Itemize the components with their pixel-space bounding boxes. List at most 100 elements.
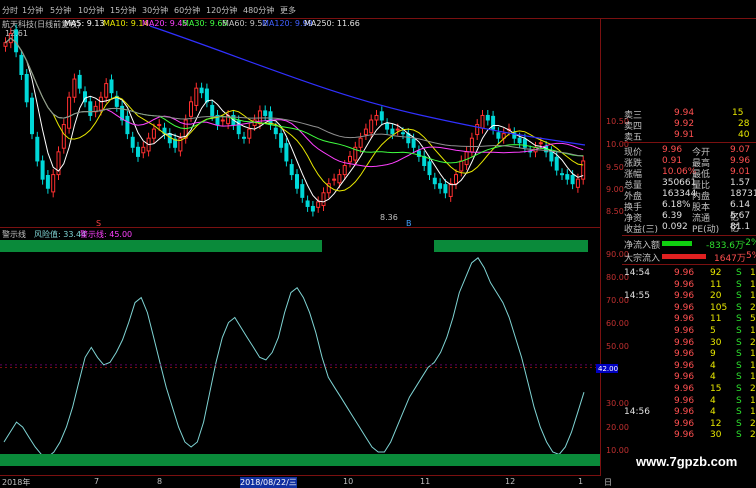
candle-body <box>390 128 395 135</box>
candle-body <box>316 201 321 208</box>
sub-indicator-name[interactable]: 警示线 <box>2 229 26 240</box>
stat-row: 净资 6.39 流通 5.67亿 <box>622 211 756 234</box>
net-inflow-row: 净流入额 -833.6万 -2% <box>622 238 756 251</box>
candle-body <box>19 54 24 75</box>
ma120-line <box>149 25 586 146</box>
tick-row[interactable]: 9.96 15 S 2 <box>622 384 756 395</box>
tick-field: 9.96 <box>674 268 695 278</box>
tick-row[interactable]: 9.96 11 S 1 <box>622 280 756 291</box>
candle-body <box>40 160 45 180</box>
tick-row[interactable]: 9.96 4 S 1 <box>622 372 756 383</box>
sub-indicator-bar: 警示线 风险值: 33.44 警示线: 45.00 <box>0 228 600 240</box>
tick-field: S <box>736 302 742 313</box>
tick-row[interactable]: 14:56 9.96 4 S 1 <box>622 407 756 418</box>
candle-body <box>480 114 485 129</box>
tick-row[interactable]: 14:54 9.96 92 S 1 <box>622 268 756 279</box>
tick-row[interactable]: 9.96 30 S 2 <box>622 338 756 349</box>
candle-body <box>279 133 284 148</box>
stat-field: PE(动) <box>692 225 720 235</box>
tick-field: 1 <box>750 349 756 360</box>
candle-body <box>273 127 278 135</box>
candle-body <box>321 192 326 207</box>
tick-field: 11 <box>710 279 722 290</box>
tick-field: 1 <box>750 279 756 290</box>
flow-value: 1647万 <box>714 254 746 264</box>
tick-field: 9.96 <box>674 372 695 383</box>
stat-field: 0.91 <box>662 156 683 166</box>
tick-field: S <box>736 291 742 302</box>
stat-field: 81.1 <box>730 222 751 232</box>
candle-body <box>485 114 490 121</box>
inflow-bar <box>662 254 706 259</box>
tick-field: 14:55 <box>624 291 650 302</box>
candle-body <box>438 183 443 189</box>
candle-body <box>310 205 315 212</box>
candle-body <box>77 74 82 89</box>
candle-body <box>24 74 29 103</box>
tick-row[interactable]: 9.96 105 S 2 <box>622 303 756 314</box>
stat-field: 9.96 <box>662 145 683 155</box>
tick-field: 2 <box>750 418 756 429</box>
candle-body <box>130 136 135 148</box>
tick-field: S <box>736 395 742 406</box>
tick-row[interactable]: 9.96 5 S 1 <box>622 326 756 337</box>
tick-field: 1 <box>750 268 756 278</box>
candle-body <box>263 110 268 116</box>
candle-body <box>348 155 352 163</box>
candle-body <box>88 101 93 116</box>
flow-value: -833.6万 <box>706 241 745 251</box>
tick-field: 9 <box>710 349 716 360</box>
candle-body <box>98 96 103 111</box>
inflow-bar <box>662 241 692 246</box>
stat-row: 外盘163344内盘187317 <box>622 189 756 202</box>
time-label: 7 <box>94 477 100 486</box>
tick-field: 30 <box>710 337 722 348</box>
tick-row[interactable]: 9.96 9 S 1 <box>622 349 756 360</box>
candle-body <box>379 111 384 121</box>
stat-field: 187317 <box>730 189 756 199</box>
candle-body <box>284 143 289 162</box>
candle-body <box>369 119 374 134</box>
flow-pct: 5% <box>746 251 756 261</box>
tick-field: S <box>736 372 742 383</box>
candle-body <box>151 128 156 139</box>
candle-body <box>204 88 209 103</box>
tick-field: 2 <box>750 430 756 441</box>
tick-field: 14:54 <box>624 268 650 278</box>
candle-body <box>337 174 342 184</box>
candle-body <box>242 136 246 139</box>
tick-row[interactable]: 9.96 30 S 2 <box>622 430 756 441</box>
candle-body <box>342 165 347 176</box>
time-label: 2018年 <box>2 478 31 487</box>
ma-line <box>5 37 584 164</box>
candle-body <box>496 132 501 139</box>
tick-field: S <box>736 360 742 371</box>
tick-field: 9.96 <box>674 302 695 313</box>
tick-row[interactable]: 9.96 4 S 1 <box>622 396 756 407</box>
candle-body <box>289 164 294 176</box>
tick-field: 5 <box>710 326 716 336</box>
watermark: www.7gpzb.com <box>636 454 738 469</box>
candle-body <box>300 184 305 198</box>
tick-field: 9.96 <box>674 418 695 429</box>
tick-field: S <box>736 268 742 278</box>
candle-body <box>411 138 416 148</box>
tick-row[interactable]: 14:55 9.96 20 S 1 <box>622 291 756 302</box>
ask-vol: 28 <box>738 119 750 129</box>
tick-field: 9.96 <box>674 279 695 290</box>
candle-body <box>247 128 252 139</box>
tick-field: 4 <box>710 372 716 383</box>
tick-field: 105 <box>710 302 728 313</box>
tick-field: 1 <box>750 326 756 336</box>
time-label: 8 <box>157 477 163 486</box>
stat-field: 6.18% <box>662 200 691 210</box>
tick-row[interactable]: 9.96 12 S 2 <box>622 419 756 430</box>
tick-field: 30 <box>710 430 722 441</box>
candle-body <box>72 78 77 98</box>
ma-line <box>5 37 584 203</box>
tick-row[interactable]: 9.96 11 S 5 <box>622 314 756 325</box>
flow-label: 净流入额 <box>624 241 661 251</box>
candle-body <box>30 97 34 135</box>
tick-row[interactable]: 9.96 4 S 1 <box>622 361 756 372</box>
time-axis: 2018年 7 8 2018/08/22/三 10 11 12 1 日 <box>0 476 612 488</box>
